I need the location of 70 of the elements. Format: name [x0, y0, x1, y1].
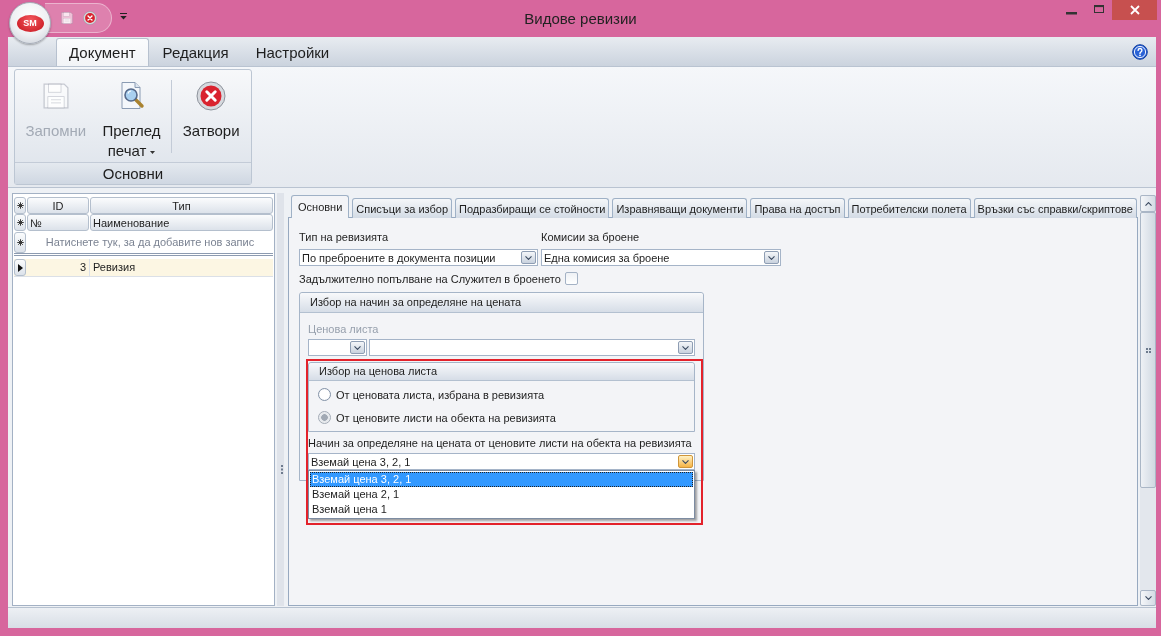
customize-caret-icon[interactable] [120, 13, 127, 20]
combo-box[interactable]: Една комисия за броене [541, 249, 781, 266]
radio-button[interactable] [318, 411, 331, 424]
dropdown-button[interactable] [678, 455, 693, 468]
chevron-down-icon [525, 255, 532, 260]
scroll-up-button[interactable] [1140, 195, 1156, 212]
app-menu-button[interactable]: SM [9, 2, 51, 44]
window-close-button[interactable] [1112, 0, 1157, 20]
chevron-up-icon [1144, 201, 1152, 206]
tab[interactable]: Подразбиращи се стойности [455, 198, 610, 218]
column-header[interactable]: № [27, 214, 89, 231]
scroll-down-button[interactable] [1140, 590, 1156, 606]
column-header[interactable]: Тип [90, 197, 273, 214]
combo-box[interactable]: По преброените в документа позиции [299, 249, 538, 266]
dropdown-option[interactable]: Вземай цена 2, 1 [310, 487, 693, 502]
dropdown-option[interactable]: Вземай цена 1 [310, 502, 693, 517]
close-icon [196, 81, 227, 111]
dropdown-button[interactable] [764, 251, 779, 264]
table-cell: 3 [27, 259, 90, 276]
radio-label[interactable]: От ценовите листи на обекта на ревизията [336, 411, 556, 424]
asterisk-icon [16, 239, 24, 246]
field-label: Начин за определяне на цената от ценовите листи на обекта на ревизията [308, 436, 693, 450]
field-label: Ценова листа [308, 322, 380, 336]
group-header: Избор на ценова листа [309, 363, 694, 381]
chevron-down-icon [682, 459, 689, 464]
scroll-thumb[interactable] [1140, 212, 1156, 488]
tab[interactable]: Връзки със справки/скриптове [973, 198, 1137, 218]
group-header: Избор на начин за определяне на цената [300, 293, 703, 313]
radio-label[interactable]: От ценовата листа, избрана в ревизията [336, 388, 545, 401]
dropdown-button[interactable] [521, 251, 536, 264]
scrollbar[interactable] [1140, 195, 1156, 606]
chevron-down-icon [768, 255, 775, 260]
dropdown-button[interactable] [350, 341, 365, 354]
grip-icon[interactable] [280, 465, 283, 474]
help-icon[interactable] [1132, 43, 1148, 60]
tab[interactable]: Права на достъп [750, 198, 845, 218]
grip-icon [1145, 347, 1151, 353]
grid-row[interactable]: 3 Ревизия [14, 259, 273, 277]
ribbon-tab[interactable]: Документ [56, 38, 149, 66]
print-preview-button[interactable]: Преглед печат [97, 70, 166, 162]
checkbox-label: Задължително попълване на Служител в броенето [299, 272, 561, 285]
dropdown-button[interactable] [678, 341, 693, 354]
asterisk-icon [16, 219, 24, 226]
tab[interactable]: Основни [291, 195, 350, 218]
ribbon-tab[interactable]: Редакция [149, 38, 242, 66]
minimize-icon [1066, 11, 1077, 15]
new-row-hint[interactable]: Натиснете тук, за да добавите нов запис [27, 232, 273, 253]
table-cell-text: Ревизия [92, 260, 137, 275]
chevron-down-icon [682, 345, 689, 350]
asterisk-icon [16, 202, 24, 209]
ribbon-tab[interactable]: Настройки [242, 38, 343, 66]
close-icon[interactable] [83, 11, 97, 25]
window-title: Видове ревизии [524, 9, 637, 27]
radio-button[interactable] [318, 388, 331, 401]
close-icon [1129, 5, 1140, 15]
row-pointer-icon [17, 263, 23, 272]
chevron-down-icon [354, 345, 361, 350]
combo-box[interactable]: Вземай цена 3, 2, 1 [308, 453, 695, 470]
maximize-icon [1093, 5, 1104, 13]
tab[interactable]: Потребителски полета [847, 198, 971, 218]
checkbox[interactable] [564, 272, 578, 285]
column-header[interactable]: Наименование [90, 214, 273, 231]
field-label: Комисии за броене [541, 230, 641, 244]
tab[interactable]: Списъци за избор [352, 198, 453, 218]
chevron-down-icon [1144, 596, 1152, 600]
field-label: Тип на ревизията [299, 230, 390, 244]
close-button[interactable]: Затвори [178, 70, 244, 162]
group-label: Основни [15, 162, 251, 184]
column-header[interactable]: ID [27, 197, 89, 214]
tab[interactable]: Изравняващи документи [612, 198, 748, 218]
